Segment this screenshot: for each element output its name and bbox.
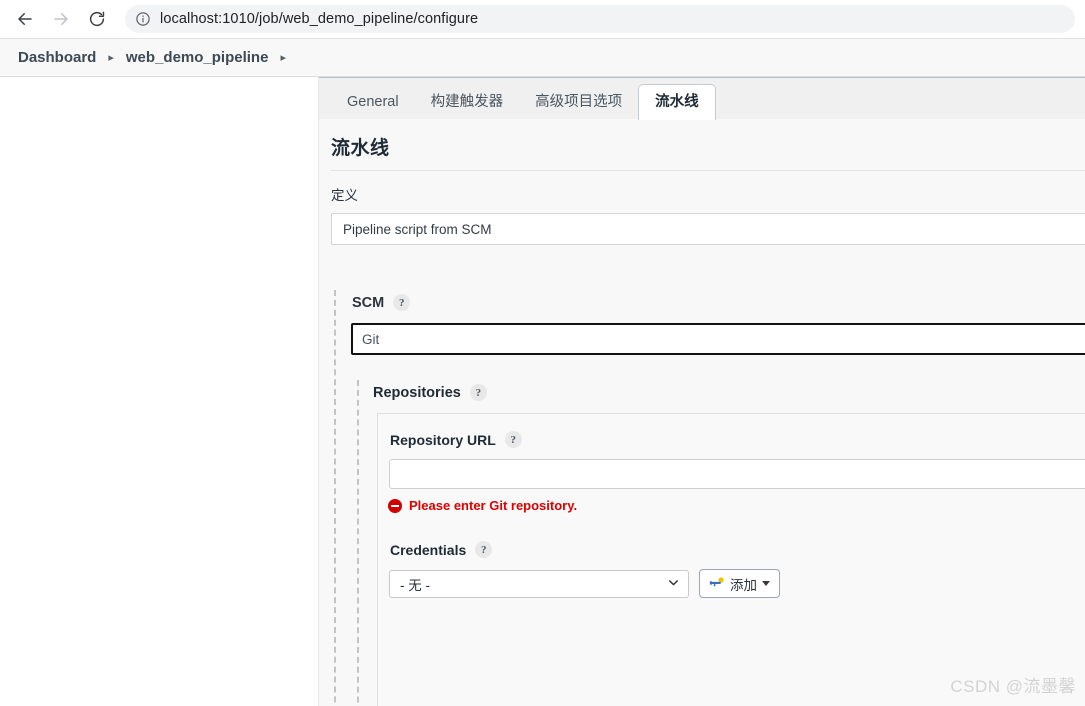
help-icon-repositories[interactable]: ?: [469, 384, 487, 401]
configure-panel: General 构建触发器 高级项目选项 流水线 流水线 定义 Pipeline…: [318, 77, 1085, 706]
forward-button[interactable]: [47, 5, 75, 33]
page-title: 流水线: [331, 138, 390, 159]
repository-url-error: Please enter Git repository.: [388, 498, 1085, 513]
credentials-label-text: Credentials: [390, 541, 467, 558]
breadcrumb-separator-icon-2: ▸: [280, 52, 286, 64]
nesting-guide-inner: [357, 380, 359, 706]
repository-card: Repository URL ? Please enter Git reposi…: [377, 413, 1085, 706]
credentials-select-value: - 无 -: [400, 577, 430, 593]
tab-general[interactable]: General: [331, 85, 415, 119]
credentials-label: Credentials ?: [390, 541, 1085, 558]
repositories-label-text: Repositories: [373, 384, 461, 401]
help-icon-scm[interactable]: ?: [393, 294, 411, 311]
pipeline-section: 流水线 定义 Pipeline script from SCM SCM ? Gi…: [319, 119, 1085, 706]
add-credentials-button[interactable]: 添加: [699, 569, 780, 598]
error-circle-icon: [388, 498, 402, 513]
tab-build-triggers[interactable]: 构建触发器: [415, 85, 520, 119]
help-icon-repository-url[interactable]: ?: [504, 431, 522, 448]
credentials-select[interactable]: - 无 -: [389, 569, 689, 598]
config-tab-strip: General 构建触发器 高级项目选项 流水线: [319, 77, 1085, 120]
repository-url-label: Repository URL ?: [390, 431, 1085, 448]
scm-label: SCM ?: [352, 294, 411, 311]
key-icon: [709, 576, 726, 592]
arrow-right-icon: [52, 10, 70, 28]
help-icon-credentials[interactable]: ?: [475, 541, 493, 558]
url-text: localhost:1010/job/web_demo_pipeline/con…: [160, 11, 479, 27]
nesting-guide-outer: [334, 290, 336, 706]
error-message: Please enter Git repository.: [409, 498, 578, 513]
browser-toolbar: localhost:1010/job/web_demo_pipeline/con…: [0, 0, 1085, 39]
back-button[interactable]: [11, 5, 39, 33]
title-divider: [331, 170, 1085, 171]
address-bar[interactable]: localhost:1010/job/web_demo_pipeline/con…: [125, 5, 1075, 33]
watermark: CSDN @流墨馨: [950, 677, 1076, 696]
scm-select-value: Git: [362, 331, 380, 347]
chevron-down-icon: [667, 576, 680, 592]
info-circle-icon[interactable]: [135, 11, 151, 27]
caret-down-icon: [762, 581, 770, 586]
reload-icon: [88, 10, 106, 28]
repository-url-input[interactable]: [389, 459, 1085, 489]
repository-url-label-text: Repository URL: [390, 431, 496, 448]
tab-pipeline[interactable]: 流水线: [638, 84, 716, 120]
tab-advanced-project-options[interactable]: 高级项目选项: [519, 85, 638, 119]
breadcrumb-item-web-demo-pipeline[interactable]: web_demo_pipeline: [126, 49, 269, 66]
scm-label-text: SCM: [352, 294, 385, 311]
repositories-label: Repositories ?: [373, 384, 487, 401]
breadcrumb: Dashboard ▸ web_demo_pipeline ▸: [0, 39, 1085, 77]
definition-label: 定义: [331, 188, 358, 203]
credentials-row: - 无 - 添加: [389, 569, 1085, 598]
breadcrumb-separator-icon: ▸: [108, 52, 114, 64]
add-credentials-label: 添加: [730, 577, 757, 593]
arrow-left-icon: [16, 10, 34, 28]
definition-select[interactable]: Pipeline script from SCM: [331, 213, 1085, 245]
scm-select[interactable]: Git: [351, 323, 1085, 355]
definition-select-value: Pipeline script from SCM: [343, 221, 492, 237]
breadcrumb-item-dashboard[interactable]: Dashboard: [18, 49, 96, 66]
reload-button[interactable]: [83, 5, 111, 33]
